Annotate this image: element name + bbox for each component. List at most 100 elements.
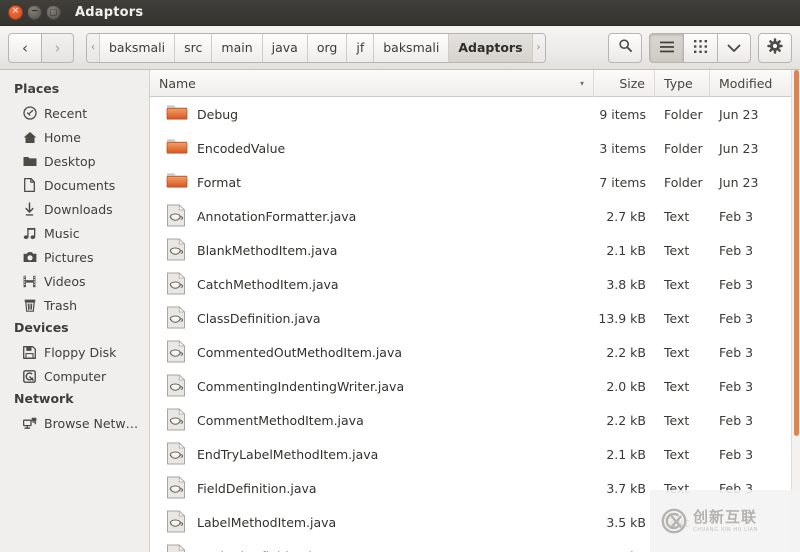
file-type: Text [664, 412, 690, 428]
chevron-left-icon: ‹ [22, 38, 28, 57]
sidebar-item-downloads[interactable]: Downloads [0, 197, 149, 221]
sidebar-item-trash[interactable]: Trash [0, 293, 149, 317]
table-row[interactable]: Format 7 items Folder Jun 23 [150, 165, 800, 199]
table-row[interactable]: CommentedOutMethodItem.java 2.2 kB Text … [150, 335, 800, 369]
breadcrumb-item-baksmali-2[interactable]: baksmali [374, 33, 450, 62]
vertical-scrollbar[interactable] [791, 70, 800, 552]
document-icon [22, 178, 37, 193]
breadcrumb-item-main[interactable]: main [212, 33, 263, 62]
table-row[interactable]: AnnotationFormatter.java 2.7 kB Text Feb… [150, 199, 800, 233]
file-name: AnnotationFormatter.java [197, 208, 357, 224]
java-file-icon [166, 306, 188, 330]
file-name-cell: FieldDefinition.java [150, 476, 594, 500]
toolbar: ‹ › ‹ baksmali src main java org jf baks… [0, 26, 800, 70]
java-file-icon [166, 476, 188, 500]
table-row[interactable]: CatchMethodItem.java 3.8 kB Text Feb 3 [150, 267, 800, 301]
sidebar-item-label: Trash [44, 297, 78, 313]
breadcrumb-item-baksmali[interactable]: baksmali [100, 33, 176, 62]
column-header-modified[interactable]: Modified [710, 70, 800, 97]
sidebar-item-pictures[interactable]: Pictures [0, 245, 149, 269]
sidebar-item-music[interactable]: Music [0, 221, 149, 245]
file-modified: Feb 3 [719, 276, 754, 292]
settings-button[interactable] [758, 32, 792, 63]
table-row[interactable]: ClassDefinition.java 13.9 kB Text Feb 3 [150, 301, 800, 335]
sidebar-item-computer[interactable]: Computer [0, 364, 149, 388]
close-icon: ✕ [11, 6, 20, 17]
file-modified: Jun 23 [719, 140, 759, 156]
column-headers: Name ▾ Size Type Modified [150, 69, 800, 97]
chevron-right-icon: › [54, 38, 61, 57]
grid-view-button[interactable] [683, 32, 717, 63]
table-row[interactable]: EncodedValue 3 items Folder Jun 23 [150, 131, 800, 165]
desktop-folder-icon [22, 154, 37, 169]
sidebar-item-documents[interactable]: Documents [0, 173, 149, 197]
table-row[interactable]: CommentMethodItem.java 2.2 kB Text Feb 3 [150, 403, 800, 437]
clock-icon [22, 106, 37, 121]
folder-icon [166, 102, 188, 126]
breadcrumb-overflow-button[interactable]: ‹ [87, 33, 100, 62]
list-view-button[interactable] [649, 32, 683, 63]
file-type: Text [664, 446, 690, 462]
table-row[interactable]: LabelMethodItem.java 3.5 kB Text [150, 505, 800, 539]
trash-icon [22, 298, 37, 313]
floppy-disk-icon [22, 345, 37, 360]
file-name-cell: CommentedOutMethodItem.java [150, 340, 594, 364]
sidebar: Places Recent Home Desktop Documents Dow… [0, 70, 150, 552]
file-size: 2.1 kB [606, 446, 646, 462]
scrollbar-thumb[interactable] [794, 70, 799, 436]
sidebar-item-home[interactable]: Home [0, 125, 149, 149]
search-button[interactable] [608, 32, 642, 63]
minimize-window-button[interactable]: − [27, 5, 42, 20]
file-name-cell: LabelMethodItem.java [150, 510, 594, 534]
table-row[interactable]: Debug 9 items Folder Jun 23 [150, 97, 800, 131]
sidebar-item-label: Floppy Disk [44, 344, 117, 360]
breadcrumb-item-java[interactable]: java [262, 33, 308, 62]
view-options-dropdown-button[interactable] [717, 32, 751, 63]
java-file-icon [166, 510, 188, 534]
breadcrumb-next-button[interactable]: › [532, 33, 545, 62]
breadcrumb-item-adaptors[interactable]: Adaptors [449, 33, 533, 62]
sidebar-item-recent[interactable]: Recent [0, 101, 149, 125]
file-size: 2.2 kB [606, 344, 646, 360]
table-row[interactable]: CommentingIndentingWriter.java 2.0 kB Te… [150, 369, 800, 403]
sidebar-item-floppy-disk[interactable]: Floppy Disk [0, 340, 149, 364]
sidebar-item-videos[interactable]: Videos [0, 269, 149, 293]
table-row[interactable]: EndTryLabelMethodItem.java 2.1 kB Text F… [150, 437, 800, 471]
file-size: 2.0 kB [606, 378, 646, 394]
breadcrumb-item-org[interactable]: org [307, 33, 348, 62]
column-header-name-label: Name [159, 75, 196, 91]
back-button[interactable]: ‹ [8, 32, 41, 63]
forward-button[interactable]: › [41, 32, 74, 63]
file-name-cell: CommentMethodItem.java [150, 408, 594, 432]
table-row[interactable]: MethodDefinition.java 22.6 kB [150, 539, 800, 552]
file-modified: Feb 3 [719, 208, 754, 224]
java-file-icon [166, 408, 188, 432]
file-size: 3.5 kB [606, 514, 646, 530]
java-file-icon [166, 340, 188, 364]
file-name-cell: EndTryLabelMethodItem.java [150, 442, 594, 466]
file-modified: Feb 3 [719, 378, 754, 394]
table-row[interactable]: FieldDefinition.java 3.7 kB Text Feb 3 [150, 471, 800, 505]
breadcrumb-item-jf[interactable]: jf [347, 33, 375, 62]
breadcrumb-item-src[interactable]: src [175, 33, 213, 62]
file-name-cell: CatchMethodItem.java [150, 272, 594, 296]
file-name: LabelMethodItem.java [197, 514, 337, 530]
column-header-name[interactable]: Name ▾ [150, 69, 594, 97]
sidebar-section-places: Places [14, 81, 60, 96]
maximize-window-button[interactable]: □ [46, 5, 61, 20]
file-type: Folder [664, 106, 703, 122]
file-modified: Jun 23 [719, 106, 759, 122]
java-file-icon [166, 442, 188, 466]
file-name: CatchMethodItem.java [197, 276, 339, 292]
column-header-type[interactable]: Type [655, 69, 710, 97]
file-list-panel: Name ▾ Size Type Modified Debug 9 items … [150, 69, 800, 552]
column-header-size[interactable]: Size [594, 69, 655, 97]
sidebar-item-browse-network[interactable]: Browse Netw… [0, 411, 149, 435]
file-name-cell: ClassDefinition.java [150, 306, 594, 330]
table-row[interactable]: BlankMethodItem.java 2.1 kB Text Feb 3 [150, 233, 800, 267]
sidebar-item-label: Music [44, 225, 80, 241]
file-type: Text [664, 276, 690, 292]
home-icon [22, 130, 37, 145]
close-window-button[interactable]: ✕ [8, 5, 23, 20]
sidebar-item-desktop[interactable]: Desktop [0, 149, 149, 173]
